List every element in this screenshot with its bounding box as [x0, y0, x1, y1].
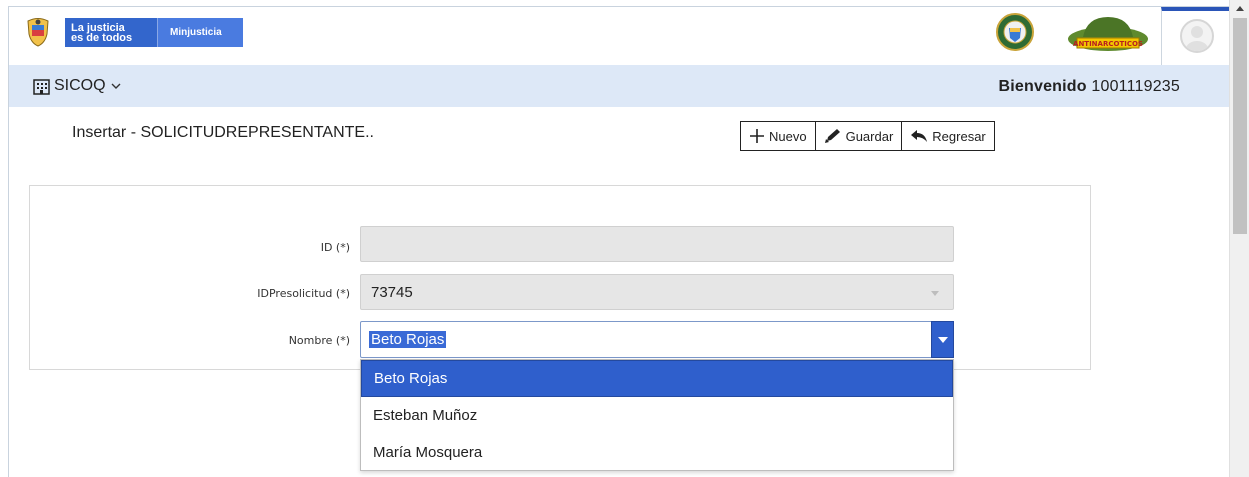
scroll-thumb[interactable]	[1233, 18, 1247, 234]
dropdown-option[interactable]: María Mosquera	[361, 434, 953, 471]
coat-of-arms-icon	[27, 18, 49, 47]
back-button-label: Regresar	[932, 128, 986, 144]
user-id: 1001119235	[1091, 78, 1180, 95]
idpresolicitud-field[interactable]: 73745	[360, 274, 954, 310]
app-menu[interactable]: SICOQ	[33, 77, 122, 95]
idpresolicitud-value: 73745	[371, 283, 413, 301]
new-button[interactable]: Nuevo	[741, 122, 816, 150]
app-name: SICOQ	[54, 77, 106, 94]
back-button[interactable]: Regresar	[902, 122, 994, 150]
nombre-selected-value: Beto Rojas	[369, 331, 447, 348]
brand-logo[interactable]: La justicia es de todos Minjusticia	[65, 18, 243, 47]
pencil-icon	[824, 129, 840, 143]
top-header: La justicia es de todos Minjusticia ANTI…	[9, 7, 1229, 65]
nav-band: SICOQ Bienvenido 1001119235	[9, 65, 1229, 107]
page-title: Insertar - SOLICITUDREPRESENTANTE..	[72, 124, 374, 141]
antinarcoticos-logo-icon: ANTINARCOTICOS	[1068, 17, 1148, 51]
caret-down-icon	[937, 336, 948, 343]
dropdown-toggle[interactable]	[931, 321, 954, 358]
dropdown-option[interactable]: Esteban Muñoz	[361, 397, 953, 434]
dropdown-option[interactable]: Beto Rojas	[361, 360, 953, 397]
new-button-label: Nuevo	[769, 128, 807, 144]
save-button[interactable]: Guardar	[815, 122, 903, 150]
nombre-select[interactable]: Beto Rojas	[360, 321, 954, 358]
nombre-dropdown-list: Beto Rojas Esteban Muñoz María Mosquera	[360, 359, 954, 471]
chevron-down-icon	[111, 83, 121, 89]
plus-icon	[750, 129, 764, 143]
police-emblem-icon	[996, 13, 1034, 51]
id-label: ID (*)	[320, 241, 350, 254]
user-menu[interactable]	[1161, 7, 1229, 65]
antinarc-text: ANTINARCOTICOS	[1073, 40, 1143, 48]
welcome-text: Bienvenido 1001119235	[999, 78, 1181, 96]
vertical-scrollbar[interactable]	[1229, 0, 1249, 477]
save-button-label: Guardar	[845, 128, 894, 144]
reply-icon	[911, 130, 928, 142]
brand-line2: es de todos	[71, 31, 133, 44]
brand-line1: La justicia	[71, 21, 125, 34]
form-toolbar: Nuevo Guardar Regresar	[740, 121, 995, 151]
avatar-icon[interactable]	[1180, 19, 1214, 53]
ministry-label: Minjusticia	[157, 18, 243, 47]
building-icon	[33, 78, 50, 95]
id-field[interactable]	[360, 226, 954, 262]
welcome-label: Bienvenido	[998, 78, 1087, 95]
scroll-up-arrow-icon[interactable]	[1230, 0, 1249, 16]
nombre-label: Nombre (*)	[288, 334, 350, 347]
brand-text: La justicia es de todos	[65, 21, 157, 44]
idpresolicitud-label: IDPresolicitud (*)	[257, 287, 350, 300]
